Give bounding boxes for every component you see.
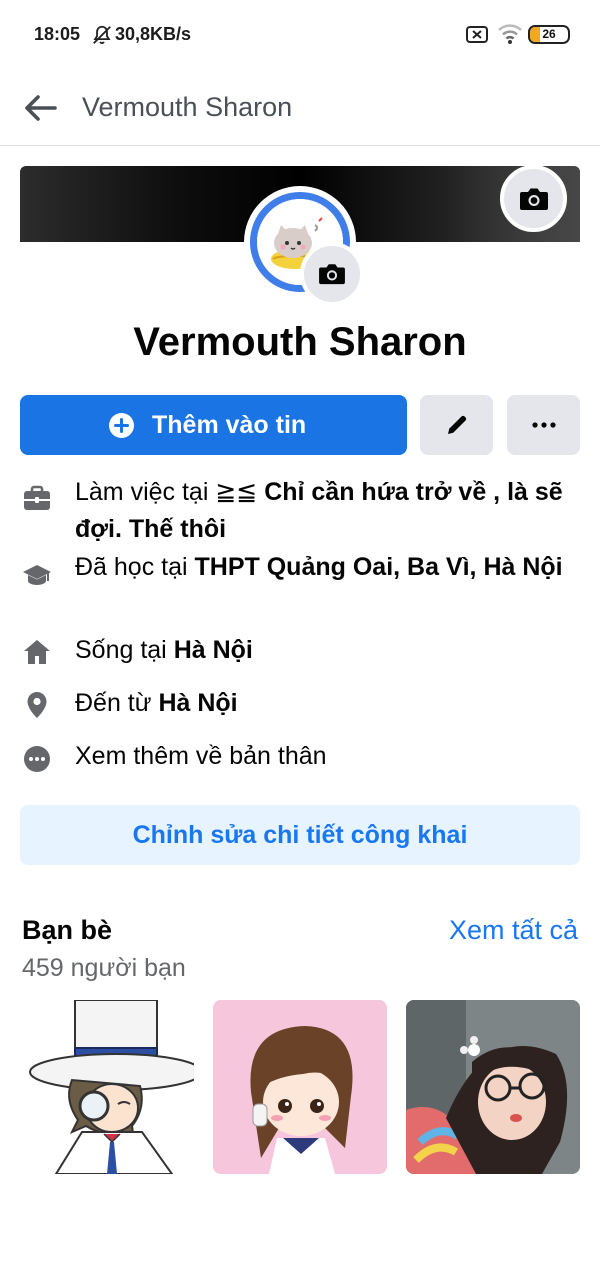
battery-level: 26 [542,27,556,41]
sim-x-icon [466,26,488,43]
info-work-text: Làm việc tại ≧≦ Chỉ cần hứa trở về , là … [75,474,580,548]
ellipsis-icon [531,422,556,428]
see-more-about-link[interactable]: Xem thêm về bản thân [75,738,580,775]
friend-photo[interactable] [406,1000,580,1174]
friend-photo-image [213,1000,387,1174]
info-study-text: Đã học tại THPT Quảng Oai, Ba Vì, Hà Nội [75,549,580,586]
profile-name: Vermouth Sharon [133,320,467,364]
friends-count: 459 người bạn [22,954,186,982]
arrow-left-icon[interactable] [22,92,58,124]
info-study-value[interactable]: THPT Quảng Oai, Ba Vì, Hà Nội [195,553,563,581]
add-to-story-label: Thêm vào tin [152,411,307,439]
graduation-cap-icon [23,565,51,585]
friends-title: Bạn bè [22,915,113,945]
friend-photo-image [20,1000,194,1174]
info-lives-value[interactable]: Hà Nội [174,636,253,664]
info-work-prefix: Làm việc tại [75,478,216,506]
more-options-button[interactable] [507,395,580,455]
friend-photo[interactable] [213,1000,387,1174]
info-study-prefix: Đã học tại [75,553,195,581]
see-all-friends-link[interactable]: Xem tất cả [449,915,578,946]
bell-muted-icon [93,25,111,44]
info-work-symbol: ≧≦ [215,478,265,506]
cover-camera-button[interactable] [500,165,567,232]
friend-photo-image [406,1000,580,1174]
status-bar: 18:05 30,8KB/s 26 [0,0,600,70]
app-header: Vermouth Sharon [0,70,600,146]
ellipsis-circle-icon [24,746,50,772]
location-pin-icon [27,692,47,718]
add-to-story-button[interactable]: Thêm vào tin [20,395,407,455]
home-icon [24,640,50,664]
briefcase-icon [24,485,50,510]
info-lives-prefix: Sống tại [75,636,174,664]
avatar-camera-button[interactable] [300,242,364,306]
edit-profile-button[interactable] [420,395,493,455]
network-speed: 30,8KB/s [115,24,192,44]
info-from-prefix: Đến từ [75,689,159,717]
battery-icon: 26 [528,25,570,44]
info-from-text: Đến từ Hà Nội [75,685,580,722]
info-from-value[interactable]: Hà Nội [158,689,237,717]
friend-photo[interactable] [20,1000,194,1174]
header-title: Vermouth Sharon [82,92,293,122]
pencil-icon [447,415,466,434]
info-lives-text: Sống tại Hà Nội [75,632,580,669]
plus-circle-icon [109,413,134,438]
edit-public-details-button[interactable]: Chỉnh sửa chi tiết công khai [20,805,580,865]
camera-icon [319,264,345,285]
status-time: 18:05 [34,24,81,44]
camera-icon [519,188,548,210]
wifi-icon [498,24,522,44]
